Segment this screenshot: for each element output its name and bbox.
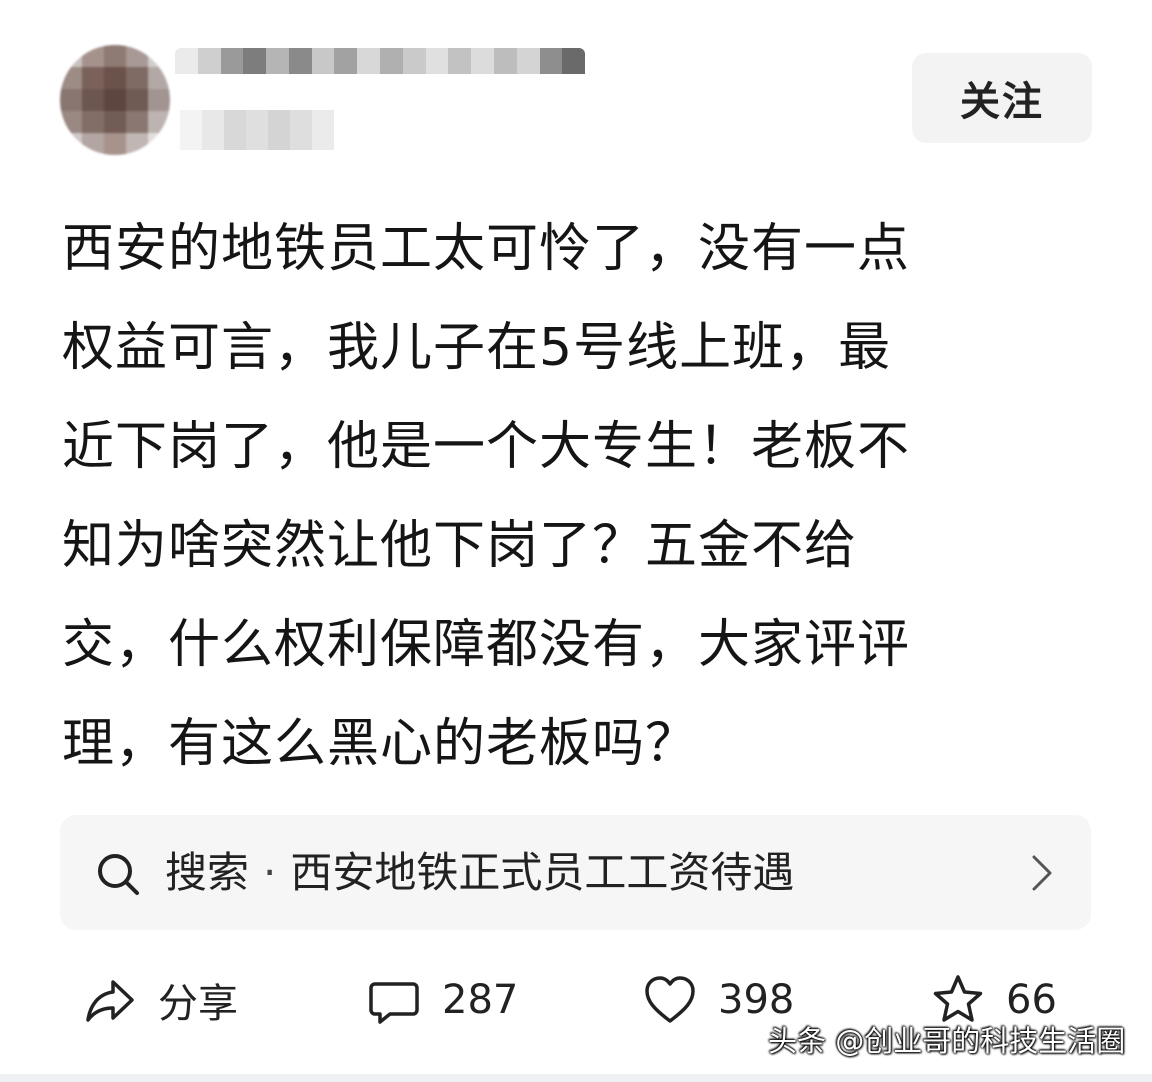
- search-query: 西安地铁正式员工工资待遇: [290, 848, 795, 897]
- post-line: 知为啥突然让他下岗了？五金不给: [62, 516, 858, 576]
- username-redacted[interactable]: [175, 48, 585, 100]
- follow-button[interactable]: 关注: [912, 53, 1092, 143]
- post-line: 近下岗了，他是一个大专生！老板不: [62, 417, 911, 477]
- chevron-right-icon: [1032, 855, 1052, 891]
- related-search-text: 搜索 · 西安地铁正式员工工资待遇: [165, 815, 794, 930]
- post-line: 西安的地铁员工太可怜了，没有一点: [62, 219, 911, 279]
- post-line: 权益可言，我儿子在5号线上班，最: [62, 318, 892, 378]
- search-icon: [98, 854, 139, 895]
- post-line: 交，什么权利保障都没有，大家评评: [62, 615, 911, 675]
- post-content: 西安的地铁员工太可怜了，没有一点 权益可言，我儿子在5号线上班，最 近下岗了，他…: [62, 200, 1082, 794]
- heart-icon: [645, 976, 695, 1023]
- search-prefix: 搜索: [165, 848, 250, 897]
- comment-icon: [369, 982, 419, 1024]
- share-label: 分享: [158, 981, 238, 1027]
- post-header: 关注: [0, 0, 1152, 170]
- comment-action[interactable]: 287: [366, 960, 518, 1040]
- post-time-redacted: [180, 110, 335, 150]
- divider: [0, 1074, 1152, 1082]
- share-action[interactable]: 分享: [82, 960, 238, 1040]
- like-count: 398: [718, 977, 795, 1023]
- post-line: 理，有这么黑心的老板吗？: [62, 714, 699, 774]
- share-icon: [86, 980, 134, 1022]
- comment-count: 287: [442, 977, 519, 1023]
- avatar[interactable]: [60, 45, 170, 155]
- watermark: 头条 @创业哥的科技生活圈: [768, 1024, 1126, 1058]
- search-separator: ·: [263, 848, 277, 897]
- related-search-bar[interactable]: 搜索 · 西安地铁正式员工工资待遇: [60, 815, 1091, 930]
- favorite-count: 66: [1006, 977, 1057, 1023]
